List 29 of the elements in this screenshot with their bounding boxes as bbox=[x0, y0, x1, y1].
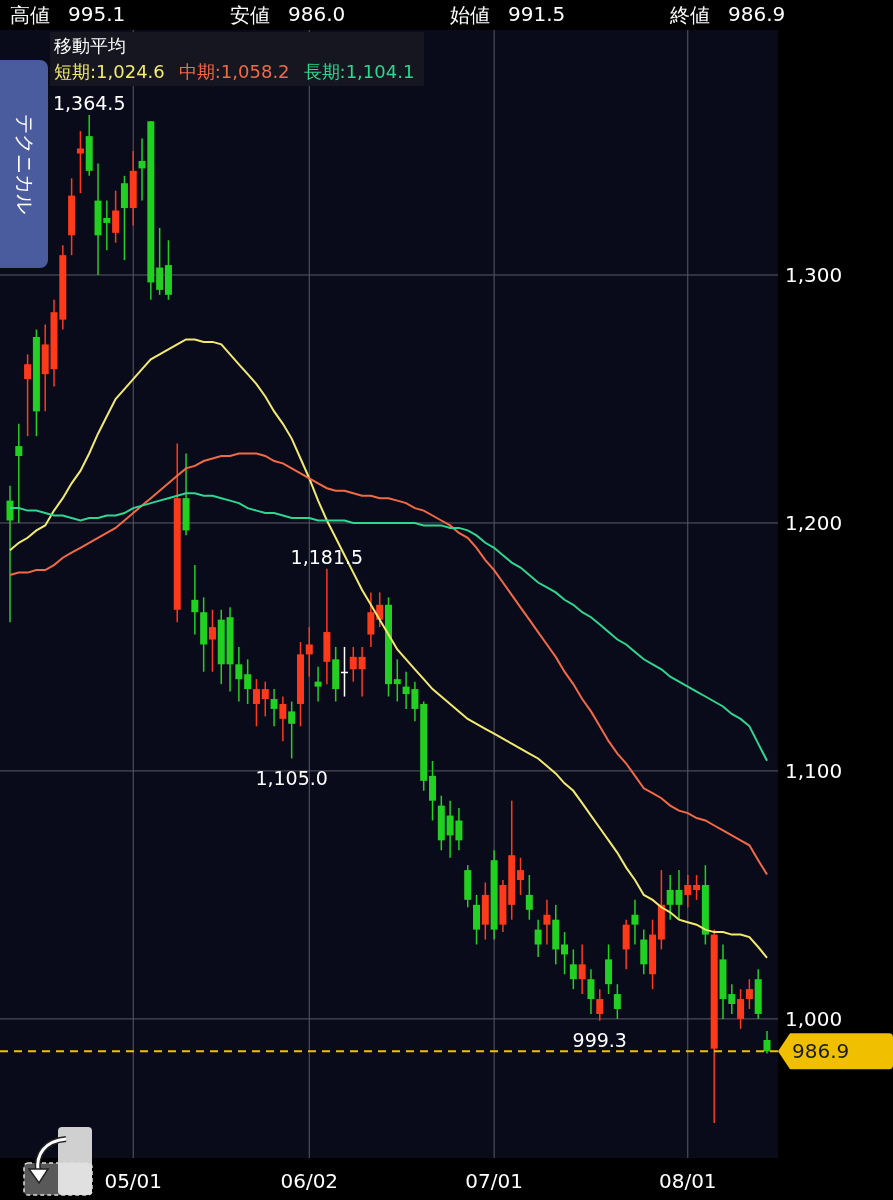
legend-item: 短期:1,024.6 bbox=[54, 60, 165, 84]
stat-value: 986.0 bbox=[288, 1, 346, 28]
axis-label: 08/01 bbox=[658, 1169, 717, 1193]
axis-label: 07/01 bbox=[465, 1169, 523, 1193]
price-tag: 986.9 bbox=[778, 1033, 893, 1070]
stat-label: 高値 bbox=[10, 1, 50, 29]
technical-tab[interactable]: テクニカル bbox=[0, 60, 48, 268]
stat-label: 安値 bbox=[230, 1, 270, 29]
legend-item: 長期:1,104.1 bbox=[303, 60, 415, 84]
axis-label: 1,300 bbox=[785, 263, 843, 287]
price-label: 1,364.5 bbox=[52, 92, 126, 115]
legend-title: 移動平均 bbox=[54, 34, 127, 58]
stat-value: 995.1 bbox=[68, 1, 126, 28]
legend-item: 中期:1,058.2 bbox=[178, 60, 290, 84]
price-label: 999.3 bbox=[572, 1028, 627, 1051]
axis-label: 1,100 bbox=[785, 758, 843, 783]
ref-line-label: 986.9 bbox=[792, 1039, 850, 1064]
axis-label: 1,200 bbox=[785, 510, 843, 535]
stat-value: 986.9 bbox=[728, 1, 786, 28]
axis-label: 1,000 bbox=[785, 1006, 843, 1031]
stat-value: 991.5 bbox=[508, 1, 566, 28]
axis-label: 06/02 bbox=[280, 1169, 339, 1193]
candlestick bbox=[763, 1030, 771, 1055]
price-label: 1,105.0 bbox=[255, 766, 328, 789]
axis-label: 05/01 bbox=[104, 1169, 163, 1193]
stat-label: 終値 bbox=[670, 1, 710, 29]
curved-arrow-icon bbox=[22, 1125, 94, 1197]
rotate-button[interactable] bbox=[22, 1125, 94, 1197]
stat-label: 始値 bbox=[450, 1, 490, 29]
